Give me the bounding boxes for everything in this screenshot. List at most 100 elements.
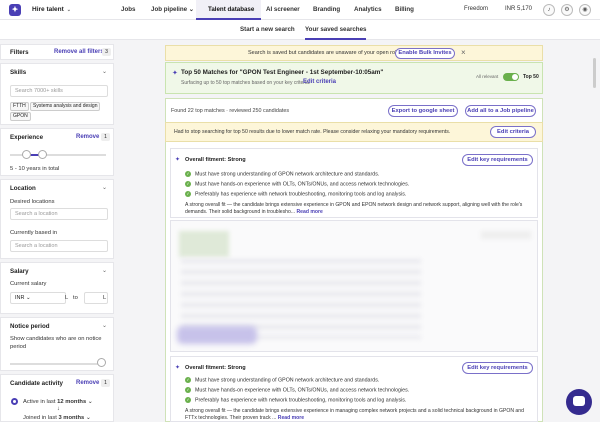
nav-job-pipeline[interactable]: Job pipeline ⌄ <box>151 6 194 13</box>
candidate-card[interactable]: ✦ Overall fitment: Strong Edit key requi… <box>170 148 538 218</box>
notice-period-label: Show candidates who are on notice period <box>10 336 102 350</box>
chat-widget-button[interactable] <box>566 389 592 415</box>
banner-text: Search is saved but candidates are unawa… <box>248 50 400 56</box>
active-duration-select[interactable]: 12 months <box>57 399 86 405</box>
current-location-label: Currently based in <box>10 230 58 236</box>
current-salary-label: Current salary <box>10 281 47 287</box>
salary-from-unit: L <box>65 295 69 301</box>
app-logo[interactable]: ✦ <box>9 4 21 16</box>
remove-all-filters-link[interactable]: Remove all filters <box>54 49 104 55</box>
fit-summary: A strong overall fit — the candidate bri… <box>185 202 523 215</box>
chevron-down-icon[interactable]: ⌄ <box>102 184 107 191</box>
nav-billing[interactable]: Billing <box>395 6 414 13</box>
top-nav: ✦ Hire talent ⌄ Jobs Job pipeline ⌄ Talen… <box>0 0 600 20</box>
notice-period-filter: Notice period ⌄ Show candidates who are … <box>0 317 114 371</box>
chevron-down-icon: ⌄ <box>188 6 195 13</box>
scrollbar[interactable] <box>593 58 596 88</box>
experience-filter: Experience Remove 1 5 - 10 years in tota… <box>0 128 114 176</box>
top50-toggle[interactable] <box>503 73 519 81</box>
nav-talent-database[interactable]: Talent database <box>208 6 254 13</box>
enable-bulk-invites-button[interactable]: Enable Bulk Invites <box>395 48 455 59</box>
warning-box: Had to stop searching for top 50 results… <box>165 122 543 142</box>
nav-analytics[interactable]: Analytics <box>354 6 382 13</box>
nav-branding[interactable]: Branding <box>313 6 340 13</box>
avatar[interactable]: ◉ <box>579 4 591 16</box>
arrow-down-icon: ↓ <box>57 406 60 412</box>
org-name[interactable]: Freedom <box>464 6 488 12</box>
sparkle-icon: ✦ <box>172 70 178 77</box>
nav-jobs[interactable]: Jobs <box>121 6 135 13</box>
chevron-down-icon: ⌄ <box>66 7 71 13</box>
notice-slider-handle[interactable] <box>97 358 106 367</box>
filters-title: Filters <box>10 49 29 56</box>
tab-saved-searches[interactable]: Your saved searches <box>305 26 367 40</box>
check-icon: ✓ <box>185 387 191 393</box>
requirement-item: ✓ Must have strong understanding of GPON … <box>185 377 380 384</box>
check-icon: ✓ <box>185 191 191 197</box>
current-location-input[interactable]: Search a location <box>10 240 108 252</box>
experience-min-handle[interactable] <box>22 150 31 159</box>
chevron-down-icon[interactable]: ⌄ <box>102 267 107 274</box>
filter-count-badge: 3 <box>102 48 111 56</box>
experience-count-badge: 1 <box>101 133 110 141</box>
notifications-icon[interactable]: ♪ <box>543 4 555 16</box>
check-icon: ✓ <box>185 181 191 187</box>
location-filter: Location ⌄ Desired locations Search a lo… <box>0 179 114 259</box>
all-relevant-label: All relevant <box>476 74 499 79</box>
activity-title: Candidate activity <box>10 380 63 387</box>
experience-remove-link[interactable]: Remove <box>76 134 99 140</box>
nav-ai-screener[interactable]: AI screener <box>266 6 300 13</box>
read-more-link[interactable]: Read more <box>296 209 322 215</box>
sub-nav: Start a new search Your saved searches <box>0 20 600 40</box>
skills-title: Skills <box>10 69 27 76</box>
requirement-item: ✓ Preferably has experience with network … <box>185 191 407 198</box>
active-radio[interactable] <box>11 398 18 405</box>
edit-criteria-link[interactable]: Edit criteria <box>303 79 336 85</box>
credits-balance: INR 5,170 <box>505 6 533 12</box>
check-icon: ✓ <box>185 397 191 403</box>
chevron-down-icon: ⌄ <box>87 399 93 405</box>
candidate-card[interactable]: ✦ Overall fitment: Strong Edit key requi… <box>170 356 538 422</box>
blurred-profile-card[interactable] <box>170 220 538 352</box>
requirement-item: ✓ Must have strong understanding of GPON … <box>185 171 380 178</box>
desired-locations-label: Desired locations <box>10 199 55 205</box>
salary-filter: Salary ⌄ Current salary INR ⌄ L to L <box>0 262 114 314</box>
salary-to-label: to <box>73 295 78 301</box>
joined-duration-select[interactable]: 3 months <box>58 415 84 421</box>
chevron-down-icon[interactable]: ⌄ <box>102 68 107 75</box>
skill-chip[interactable]: GPON <box>10 112 31 121</box>
top-matches-title: Top 50 Matches for "GPON Test Engineer -… <box>181 69 384 76</box>
blurred-avatar <box>179 231 229 257</box>
settings-icon[interactable]: ⚙ <box>561 4 573 16</box>
add-all-pipeline-button[interactable]: Add all to a Job pipeline <box>465 105 536 117</box>
fitment-label: Overall fitment: Strong <box>185 365 246 371</box>
experience-summary: 5 - 10 years in total <box>10 166 60 172</box>
edit-key-requirements-button[interactable]: Edit key requirements <box>462 362 533 374</box>
edit-key-requirements-button[interactable]: Edit key requirements <box>462 154 533 166</box>
read-more-link[interactable]: Read more <box>278 415 304 421</box>
top50-label: Top 50 <box>523 74 539 80</box>
joined-in-last-label: Joined in last 3 months ⌄ <box>23 415 91 421</box>
brand-menu[interactable]: Hire talent ⌄ <box>32 6 71 13</box>
candidate-activity-filter: Candidate activity Remove 1 Active in la… <box>0 374 114 422</box>
skill-chip[interactable]: FTTH <box>10 102 29 111</box>
chevron-down-icon: ⌄ <box>26 295 31 301</box>
currency-select[interactable]: INR ⌄ <box>10 292 66 304</box>
skill-chip[interactable]: Systems analysis and design <box>30 102 101 111</box>
activity-count-badge: 1 <box>101 379 110 387</box>
notice-slider-track <box>10 363 104 365</box>
salary-title: Salary <box>10 268 29 275</box>
experience-max-handle[interactable] <box>38 150 47 159</box>
requirement-item: ✓ Must have hands-on experience with OLTs… <box>185 387 410 394</box>
sparkle-icon: ✦ <box>175 365 181 371</box>
desired-location-input[interactable]: Search a location <box>10 208 108 220</box>
fit-summary: A strong overall fit — the candidate bri… <box>185 408 524 421</box>
tab-new-search[interactable]: Start a new search <box>240 26 295 33</box>
activity-remove-link[interactable]: Remove <box>76 380 99 386</box>
skills-search-input[interactable]: Search 7000+ skills <box>10 85 108 97</box>
close-icon[interactable]: × <box>461 48 466 57</box>
chevron-down-icon[interactable]: ⌄ <box>102 322 107 329</box>
edit-criteria-button[interactable]: Edit criteria <box>490 126 536 138</box>
blurred-actions <box>177 326 257 344</box>
export-google-sheet-button[interactable]: Export to google sheet <box>388 105 458 117</box>
